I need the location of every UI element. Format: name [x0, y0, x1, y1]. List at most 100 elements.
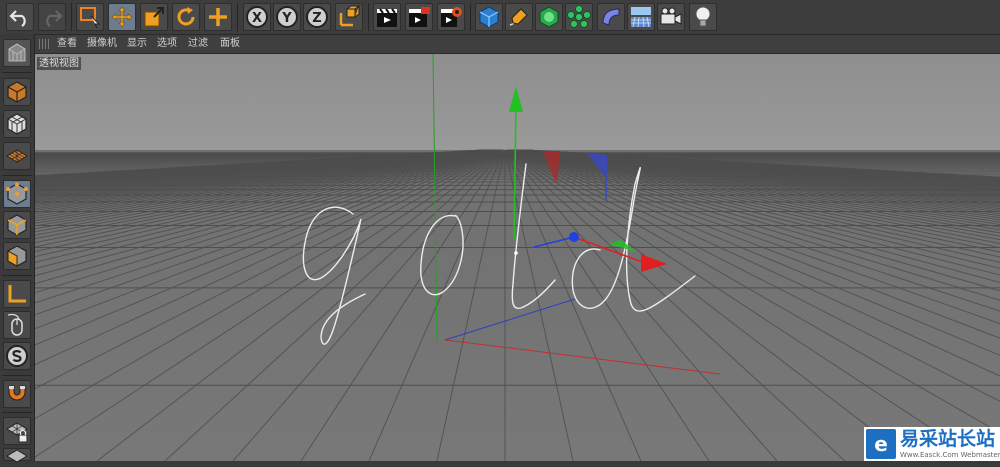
z-axis-lock-button[interactable]: Z	[303, 3, 331, 31]
polygons-mode-button[interactable]	[3, 242, 31, 270]
palette-separator	[2, 375, 32, 376]
site-subtitle: Www.Easck.Com Webmaster	[900, 451, 1000, 459]
rotate-icon	[177, 7, 195, 26]
spline-pen-button[interactable]	[505, 3, 533, 31]
toolbar-separator	[470, 3, 471, 31]
points-mode-button[interactable]	[3, 180, 31, 208]
render-settings-button[interactable]	[437, 3, 465, 31]
palette-separator	[2, 72, 32, 73]
make-editable-button[interactable]	[3, 39, 31, 67]
palette-separator	[2, 175, 32, 176]
texture-mode-button[interactable]	[3, 110, 31, 138]
cube-icon	[479, 6, 499, 28]
workplane-mode-button[interactable]	[3, 142, 31, 170]
menu-cameras[interactable]: 摄像机	[87, 37, 117, 51]
snap-s-icon	[6, 345, 28, 367]
pen-icon	[509, 8, 528, 26]
subdivision-surface-button[interactable]	[535, 3, 563, 31]
main-toolbar: X Y Z	[0, 0, 1000, 35]
scale-tool-button[interactable]	[140, 3, 168, 31]
subdivision-icon	[539, 6, 559, 28]
toolbar-separator	[71, 3, 72, 31]
camera-button[interactable]	[657, 3, 685, 31]
scale-icon	[144, 7, 164, 27]
snap-button[interactable]	[3, 342, 31, 370]
bend-deformer-icon	[602, 8, 620, 26]
redo-icon	[46, 10, 63, 27]
add-cube-button[interactable]	[475, 3, 503, 31]
texture-cube-icon	[7, 113, 27, 135]
menu-view[interactable]: 查看	[57, 37, 77, 51]
edges-cube-icon	[7, 214, 27, 236]
viewport-title: 透视视图	[37, 57, 81, 70]
model-cube-icon	[7, 81, 27, 103]
deformer-button[interactable]	[597, 3, 625, 31]
points-cube-icon	[6, 182, 28, 205]
locked-workplane-button[interactable]	[3, 417, 31, 445]
menu-grip[interactable]	[39, 39, 49, 49]
light-bulb-icon	[695, 6, 711, 27]
render-view-button[interactable]	[373, 3, 401, 31]
menu-filter[interactable]: 过滤	[188, 37, 208, 51]
cloner-icon	[567, 5, 591, 28]
axis-y-label: Y	[281, 11, 292, 26]
mode-palette	[0, 34, 35, 463]
render-settings-icon	[441, 7, 462, 27]
y-axis-icon: Y	[276, 6, 298, 28]
menu-display[interactable]: 显示	[127, 37, 147, 51]
axis-mode-button[interactable]	[3, 280, 31, 308]
magnet-tool-button[interactable]	[3, 380, 31, 408]
redo-button[interactable]	[38, 3, 66, 31]
polygons-cube-icon	[7, 245, 27, 267]
object-origin-point	[514, 251, 518, 255]
light-button[interactable]	[689, 3, 717, 31]
y-axis-lock-button[interactable]: Y	[273, 3, 301, 31]
palette-separator	[2, 275, 32, 276]
render-to-picture-viewer-button[interactable]	[405, 3, 433, 31]
rotate-tool-button[interactable]	[172, 3, 200, 31]
viewport-canvas	[35, 54, 1000, 461]
add-object-button[interactable]	[204, 3, 232, 31]
coordinate-system-button[interactable]	[335, 3, 363, 31]
floor-button[interactable]	[627, 3, 655, 31]
render-picture-viewer-icon	[409, 7, 430, 27]
toolbar-separator	[368, 3, 369, 31]
floor-grid-icon	[631, 7, 651, 28]
palette-separator	[2, 412, 32, 413]
undo-button[interactable]	[6, 3, 34, 31]
site-title: 易采站长站	[900, 428, 996, 450]
viewport-menu-bar: 查看 摄像机 显示 选项 过滤 面板	[35, 35, 1000, 54]
menu-panel[interactable]: 面板	[220, 37, 240, 51]
toolbar-separator	[237, 3, 238, 31]
undo-icon	[9, 10, 26, 27]
workplane-button[interactable]	[3, 448, 31, 463]
model-mode-button[interactable]	[3, 78, 31, 106]
make-editable-icon	[8, 43, 26, 62]
site-watermark: e 易采站长站 Www.Easck.Com Webmaster	[864, 427, 1000, 461]
tweak-mode-button[interactable]	[3, 311, 31, 339]
selection-cursor-icon	[80, 7, 101, 29]
move-tool-button[interactable]	[108, 3, 136, 31]
magnet-icon	[8, 385, 26, 401]
cloner-button[interactable]	[565, 3, 593, 31]
grid-icon	[6, 448, 28, 463]
x-axis-lock-button[interactable]: X	[243, 3, 271, 31]
live-selection-button[interactable]	[76, 3, 104, 31]
z-axis-icon: Z	[306, 6, 328, 28]
axis-z-label: Z	[312, 11, 321, 26]
coordinate-system-icon	[339, 5, 361, 27]
locked-grid-icon	[6, 422, 28, 443]
workplane-grid-icon	[6, 149, 28, 163]
clapboard-icon	[377, 8, 397, 27]
camera-icon	[660, 7, 682, 25]
site-logo-icon: e	[866, 429, 896, 459]
move-icon	[111, 6, 133, 28]
plus-icon	[209, 8, 227, 26]
gizmo-center-handle[interactable]	[569, 232, 579, 242]
mouse-icon	[7, 313, 23, 336]
menu-options[interactable]: 选项	[157, 37, 177, 51]
x-axis-icon: X	[246, 6, 268, 28]
axis-x-label: X	[252, 11, 262, 26]
edges-mode-button[interactable]	[3, 211, 31, 239]
perspective-viewport[interactable]	[35, 54, 1000, 461]
